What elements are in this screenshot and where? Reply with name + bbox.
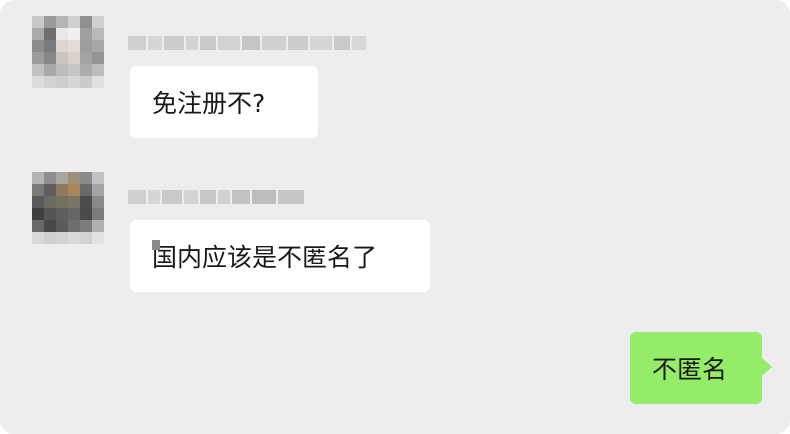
sender-name-redacted (128, 188, 304, 206)
bubble-tail (762, 358, 772, 376)
message-bubble[interactable]: 免注册不? (130, 66, 318, 138)
sender-avatar[interactable] (32, 172, 104, 244)
message-text: 国内应该是不匿名了 (152, 243, 378, 272)
message-text: 免注册不? (152, 89, 266, 118)
chat-window: 免注册不? 国内应该是不匿名了 不匿名 (0, 0, 790, 434)
message-bubble[interactable]: 国内应该是不匿名了 (130, 220, 430, 292)
sender-name-redacted (128, 34, 366, 52)
message-bubble-outgoing[interactable]: 不匿名 (630, 332, 762, 404)
message-text: 不匿名 (652, 355, 728, 384)
sender-avatar[interactable] (32, 16, 104, 88)
redaction-artifact (152, 240, 160, 250)
